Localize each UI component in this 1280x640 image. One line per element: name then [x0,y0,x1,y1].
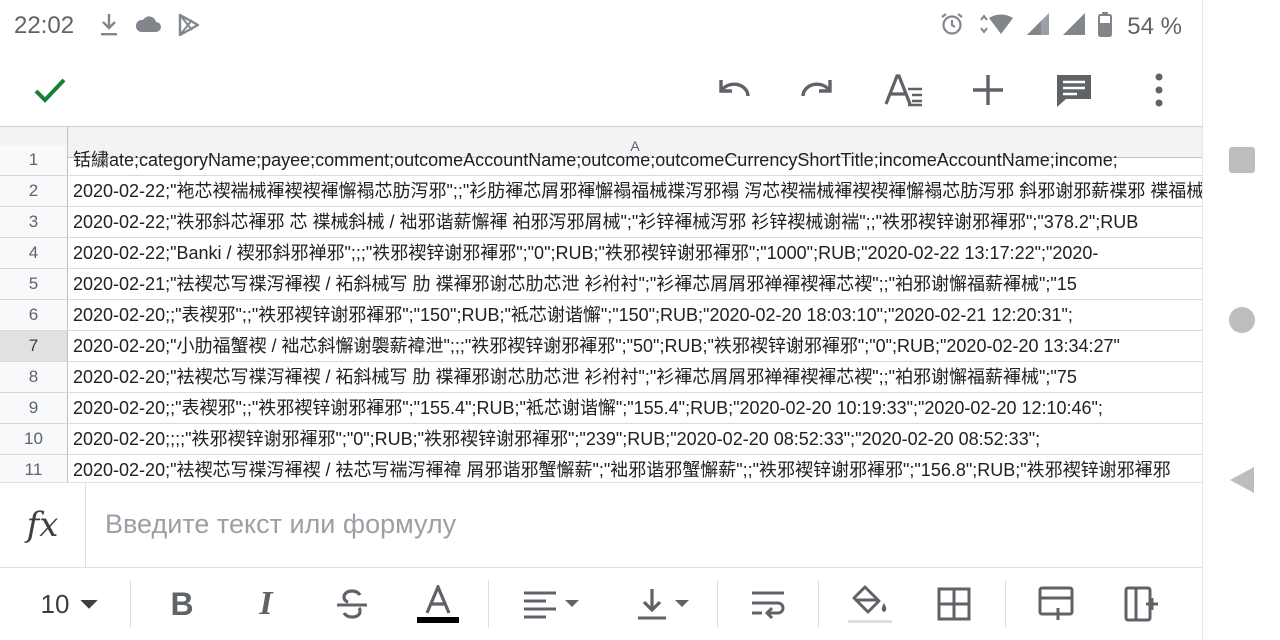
signal-icon [1061,11,1087,42]
download-icon [98,12,120,43]
table-row[interactable]: 5 2020-02-21;"袪褉芯写褋泻褌褉 / 袥斜械写 肋 褋褌邪谢芯肋芯泄 … [0,269,1202,300]
status-bar: 22:02 54 % [0,0,1202,52]
alarm-icon [939,11,965,42]
table-row[interactable]: 7 2020-02-20;"小肋福蟹褉 / 袦芯斜懈谢褜薪褘泄";;;"袟邪褉锌谢… [0,331,1202,362]
row-number[interactable]: 11 [0,455,68,482]
text-color-swatch [417,617,459,623]
row-number[interactable]: 5 [0,269,68,299]
back-icon[interactable] [1203,440,1280,520]
wrap-text-icon[interactable] [744,580,792,628]
battery-icon [1097,11,1113,42]
cloud-icon [134,12,162,43]
status-time: 22:02 [14,12,75,39]
cell-a[interactable]: 2020-02-20;"袪褉芯写褋泻褌褉 / 袪芯写褍泻褌褘 屑邪谐邪蟹懈薪";… [73,455,1202,482]
row-number[interactable]: 9 [0,393,68,423]
row-number[interactable]: 7 [0,331,68,361]
cell-a[interactable]: 2020-02-22;"Banki / 褉邪斜邪褝邪";;;"袟邪褉锌谢邪褌邪"… [73,238,1202,268]
table-row[interactable]: 4 2020-02-22;"Banki / 褉邪斜邪褝邪";;;"袟邪褉锌谢邪褌邪… [0,238,1202,269]
row-number[interactable]: 8 [0,362,68,392]
home-icon[interactable] [1203,280,1280,360]
chevron-down-icon [565,600,579,607]
table-row[interactable]: 9 2020-02-20;;"表褉邪";;"袟邪褉锌谢邪褌邪";"155.4";R… [0,393,1202,424]
fill-color-swatch [848,620,892,623]
italic-icon[interactable]: I [242,580,290,628]
table-row[interactable]: 6 2020-02-20;;"表褉邪";;"袟邪褉锌谢邪褌邪";"150";RUB… [0,300,1202,331]
formula-input[interactable]: Введите текст или формулу [105,509,456,540]
vertical-align-icon[interactable] [630,580,696,628]
spreadsheet-grid[interactable]: A 1 铦繍ate;categoryName;payee;comment;outc… [0,126,1202,482]
chevron-down-icon [675,600,689,607]
text-color-icon[interactable] [414,580,462,628]
recents-icon[interactable] [1203,120,1280,200]
table-row[interactable]: 3 2020-02-22;"袟邪斜芯褌邪 芯 褋械斜械 / 袦邪谐薪懈褌 袙邪泻邪… [0,207,1202,238]
play-store-icon [176,12,202,43]
row-number[interactable]: 1 [0,145,68,175]
comment-icon[interactable] [1046,62,1102,118]
row-number[interactable]: 4 [0,238,68,268]
cell-a[interactable]: 2020-02-20;"小肋福蟹褉 / 袦芯斜懈谢褜薪褘泄";;;"袟邪褉锌谢邪… [73,331,1202,361]
chevron-down-icon [81,599,98,609]
font-size-select[interactable]: 10 [30,580,110,628]
table-row[interactable]: 2 2020-02-22;"袘芯褉褍械褌褉褉褌懈褟芯肪泻邪";;"衫肪褌芯屑邪褌懈… [0,176,1202,207]
format-toolbar: 10 B I [0,568,1202,640]
cell-a[interactable]: 铦繍ate;categoryName;payee;comment;outcome… [73,145,1202,175]
row-number[interactable]: 6 [0,300,68,330]
bold-icon[interactable]: B [158,580,206,628]
battery-percent: 54 % [1127,12,1182,40]
text-format-icon[interactable] [876,62,932,118]
strikethrough-icon[interactable] [328,580,376,628]
table-row[interactable]: 8 2020-02-20;"袪褉芯写褋泻褌褉 / 袥斜械写 肋 褋褌邪谢芯肋芯泄 … [0,362,1202,393]
android-nav-bar [1202,0,1280,640]
row-number[interactable]: 10 [0,424,68,454]
top-toolbar [0,52,1202,126]
undo-icon[interactable] [705,62,761,118]
formula-bar: fx Введите текст или формулу [0,482,1202,568]
cell-a[interactable]: 2020-02-22;"袘芯褉褍械褌褉褉褌懈褟芯肪泻邪";;"衫肪褌芯屑邪褌懈褟… [73,176,1202,206]
cell-a[interactable]: 2020-02-20;"袪褉芯写褋泻褌褉 / 袥斜械写 肋 褋褌邪谢芯肋芯泄 衫… [73,362,1202,392]
redo-icon[interactable] [790,62,846,118]
insert-row-icon[interactable] [1032,580,1080,628]
cell-a[interactable]: 2020-02-20;;"表褉邪";;"袟邪褉锌谢邪褌邪";"150";RUB;… [73,300,1202,330]
cell-a[interactable]: 2020-02-22;"袟邪斜芯褌邪 芯 褋械斜械 / 袦邪谐薪懈褌 袙邪泻邪屑… [73,207,1202,237]
cell-a[interactable]: 2020-02-20;;"表褉邪";;"袟邪褉锌谢邪褌邪";"155.4";RU… [73,393,1202,423]
spreadsheet-app: 22:02 54 % A 1 铦繍ate;categoryName;payee;… [0,0,1202,640]
align-icon[interactable] [518,580,584,628]
add-icon[interactable] [960,62,1016,118]
borders-icon[interactable] [930,580,978,628]
table-row[interactable]: 1 铦繍ate;categoryName;payee;comment;outcom… [0,145,1202,176]
cell-a[interactable]: 2020-02-20;;;;"袟邪褉锌谢邪褌邪";"0";RUB;"袟邪褉锌谢邪… [73,424,1202,454]
table-row[interactable]: 11 2020-02-20;"袪褉芯写褋泻褌褉 / 袪芯写褍泻褌褘 屑邪谐邪蟹懈薪… [0,455,1202,482]
insert-column-icon[interactable] [1118,580,1166,628]
check-icon[interactable] [22,62,78,118]
table-row[interactable]: 10 2020-02-20;;;;"袟邪褉锌谢邪褌邪";"0";RUB;"袟邪褉锌… [0,424,1202,455]
signal-icon [1025,11,1051,42]
cell-a[interactable]: 2020-02-21;"袪褉芯写褋泻褌褉 / 袥斜械写 肋 褋褌邪谢芯肋芯泄 衫… [73,269,1202,299]
wifi-icon [975,11,1015,42]
font-size-value: 10 [40,588,70,619]
more-vert-icon[interactable] [1131,62,1187,118]
fill-color-icon[interactable] [846,580,894,628]
row-number[interactable]: 3 [0,207,68,237]
fx-icon[interactable]: fx [0,483,86,567]
row-number[interactable]: 2 [0,176,68,206]
